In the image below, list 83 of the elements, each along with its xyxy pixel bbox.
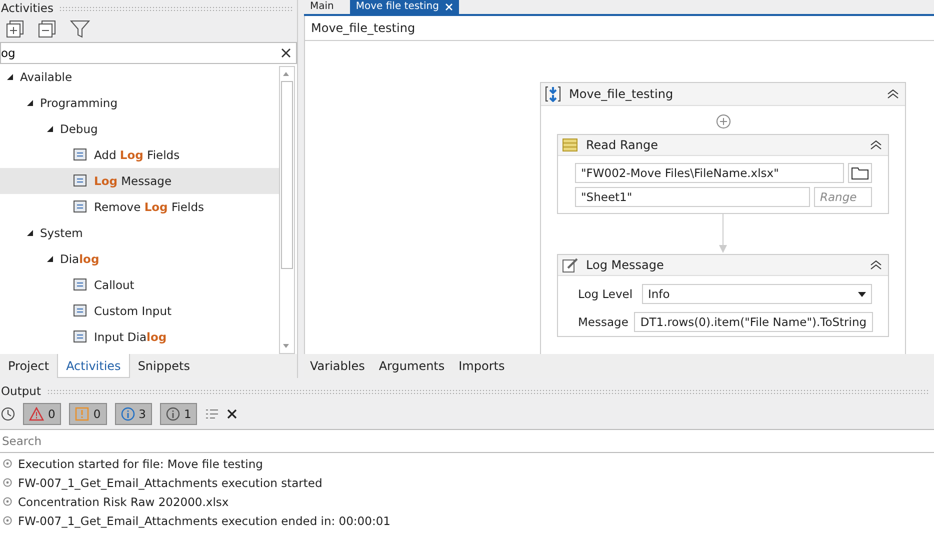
tree-item[interactable]: Programming bbox=[0, 90, 279, 116]
connector-arrow bbox=[718, 214, 728, 254]
caret-icon[interactable] bbox=[26, 99, 34, 107]
range-field[interactable]: Range bbox=[814, 187, 872, 207]
info-icon bbox=[120, 407, 135, 421]
filter-button[interactable]: 0 bbox=[69, 403, 107, 425]
caret-icon[interactable] bbox=[46, 255, 54, 263]
card-title: Move_file_testing bbox=[569, 87, 674, 101]
warning-icon bbox=[75, 407, 90, 421]
input-field[interactable]: "FW002-Move Files\FileName.xlsx" bbox=[575, 163, 844, 183]
info-icon bbox=[166, 407, 180, 421]
caret-icon[interactable] bbox=[26, 229, 34, 237]
card-title: Read Range bbox=[586, 138, 659, 152]
search-field[interactable]: og bbox=[0, 42, 297, 64]
message-field[interactable]: DT1.rows(0).item("File Name").ToString bbox=[634, 312, 873, 332]
add-icon[interactable] bbox=[716, 114, 730, 129]
document-tab[interactable]: Move file testing bbox=[350, 0, 459, 14]
activity-icon bbox=[72, 147, 88, 163]
caret-icon[interactable] bbox=[6, 73, 14, 81]
panel-tab[interactable]: Project bbox=[0, 354, 58, 378]
activity-card[interactable]: Read Range "FW002-Move Files\FileName.xlsx" "Sheet1" Range bbox=[557, 134, 889, 214]
log-line: Concentration Risk Raw 202000.xlsx bbox=[18, 494, 229, 508]
designer-tab[interactable]: Variables bbox=[310, 359, 365, 373]
tree-item[interactable]: Callout bbox=[0, 272, 279, 298]
edit-icon bbox=[562, 257, 578, 273]
collapse-icon[interactable] bbox=[887, 89, 899, 99]
activity-icon bbox=[72, 303, 88, 319]
spreadsheet-icon bbox=[562, 138, 578, 152]
log-level-dropdown[interactable]: Info bbox=[642, 284, 872, 304]
browse-button[interactable] bbox=[848, 163, 872, 183]
sequence-card[interactable]: Move_file_testing Read Range "FW002-Move Files\FileName.xlsx" "Sheet1" Range Log Message Log Level Info Message DT1.rows(0).item("File Name").ToString bbox=[540, 82, 906, 354]
close-icon[interactable] bbox=[281, 48, 291, 58]
document-tab[interactable]: Main bbox=[304, 0, 340, 14]
input-field[interactable]: "Sheet1" bbox=[575, 187, 810, 207]
filter-button[interactable]: 0 bbox=[23, 403, 62, 425]
log-entry-icon bbox=[3, 497, 12, 506]
close-icon[interactable] bbox=[227, 409, 238, 419]
tree-item[interactable]: Log Message bbox=[0, 168, 279, 194]
panel-title: Output bbox=[1, 384, 41, 398]
designer-tab[interactable]: Imports bbox=[458, 359, 505, 373]
search-field[interactable]: Search bbox=[0, 430, 934, 453]
tree-item[interactable]: Add Log Fields bbox=[0, 142, 279, 168]
tree-item[interactable]: Dialog bbox=[0, 246, 279, 272]
designer-tab[interactable]: Arguments bbox=[378, 359, 445, 373]
tree-item[interactable]: System bbox=[0, 220, 279, 246]
panel-tab[interactable]: Activities bbox=[57, 354, 130, 378]
card-title: Log Message bbox=[586, 258, 665, 272]
dropdown-arrow-icon bbox=[858, 292, 866, 296]
panel-tab[interactable]: Snippets bbox=[130, 354, 198, 378]
activity-card[interactable]: Log Message Log Level Info Message DT1.rows(0).item("File Name").ToString bbox=[557, 254, 889, 337]
tree-item[interactable]: Custom Input bbox=[0, 298, 279, 324]
tree-item[interactable]: Available bbox=[0, 64, 279, 90]
filter-icon[interactable] bbox=[70, 20, 90, 38]
collapse-all-icon[interactable] bbox=[38, 20, 56, 38]
log-line: FW-007_1_Get_Email_Attachments execution started bbox=[18, 476, 322, 490]
log-entry-icon bbox=[3, 516, 12, 525]
clock-icon[interactable] bbox=[1, 407, 15, 421]
expand-all-icon[interactable] bbox=[6, 20, 24, 38]
field-label: Log Level bbox=[578, 287, 634, 301]
activity-icon bbox=[72, 329, 88, 345]
breadcrumb[interactable]: Move_file_testing bbox=[311, 21, 416, 35]
caret-icon[interactable] bbox=[46, 125, 54, 133]
tree-item[interactable]: Input Dialog bbox=[0, 324, 279, 350]
field-label: Message bbox=[578, 315, 628, 329]
filter-button[interactable]: 3 bbox=[114, 403, 152, 425]
list-icon[interactable] bbox=[205, 408, 220, 420]
sequence-icon bbox=[545, 86, 561, 102]
log-entry-icon bbox=[3, 478, 12, 487]
activity-icon bbox=[72, 199, 88, 215]
tree-item[interactable]: Remove Log Fields bbox=[0, 194, 279, 220]
tree-item[interactable]: Debug bbox=[0, 116, 279, 142]
folder-icon bbox=[851, 166, 870, 180]
filter-button[interactable]: 1 bbox=[160, 403, 198, 425]
scrollbar[interactable] bbox=[279, 66, 295, 354]
error-icon bbox=[29, 407, 44, 421]
log-entry-icon bbox=[3, 459, 12, 468]
log-line: FW-007_1_Get_Email_Attachments execution ended in: 00:00:01 bbox=[18, 514, 390, 528]
log-line: Execution started for file: Move file testing bbox=[18, 456, 263, 470]
panel-title: Activities bbox=[1, 1, 54, 15]
collapse-icon[interactable] bbox=[870, 140, 882, 150]
collapse-icon[interactable] bbox=[870, 260, 882, 270]
activity-icon bbox=[72, 173, 88, 189]
activity-icon bbox=[72, 277, 88, 293]
